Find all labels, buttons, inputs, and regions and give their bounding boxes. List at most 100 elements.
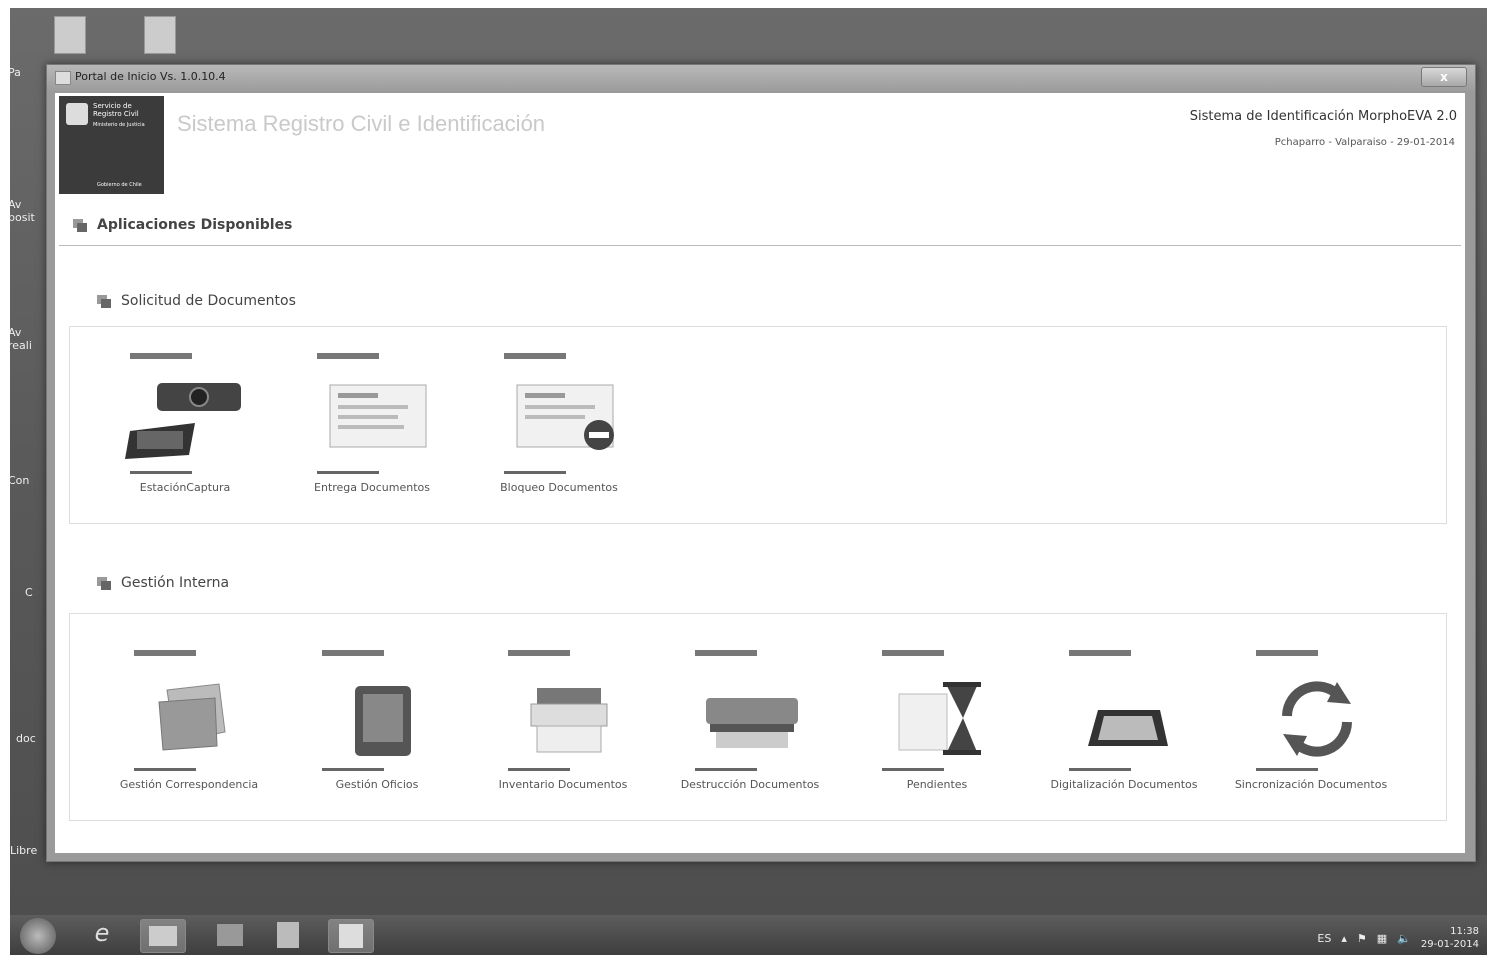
app-tile-inventario-documentos[interactable]: Inventario Documentos [488,650,638,800]
system-tray: ES ▴ ⚑ ▦ 🔈 11:38 29-01-2014 [1317,925,1479,951]
tile-top-bar [695,650,757,656]
windows-stack-icon [97,294,111,308]
available-apps-heading: Aplicaciones Disponibles [73,217,292,233]
app-tile-digitalizacion-documentos[interactable]: Digitalización Documentos [1049,650,1199,800]
printer-icon [503,670,623,760]
hourglass-icon [877,670,997,760]
start-button[interactable] [20,918,56,954]
app-tile-estacion-captura[interactable]: EstaciónCaptura [110,353,260,503]
flag-icon[interactable]: ⚑ [1357,932,1367,945]
tile-bottom-bar [317,471,379,474]
tile-top-bar [322,650,384,656]
logo-line3: Gobierno de Chile [97,182,142,188]
tile-top-bar [130,353,192,359]
tile-bottom-bar [1256,768,1318,771]
desktop-icon-shortcut[interactable] [130,16,190,54]
app-label: Gestión Correspondencia [119,778,259,791]
app-window-icon [55,71,71,85]
document-icon [312,373,432,463]
window-titlebar[interactable]: Portal de Inicio Vs. 1.0.10.4 x [47,65,1475,91]
volume-icon[interactable]: 🔈 [1397,932,1411,945]
tile-top-bar [504,353,566,359]
app-tile-entrega-documentos[interactable]: Entrega Documentos [297,353,447,503]
internet-explorer-icon: e [94,919,110,947]
windows-stack-icon [97,576,111,590]
group-title: Solicitud de Documentos [121,293,296,309]
app-label: EstaciónCaptura [139,481,231,494]
app-label: Inventario Documentos [498,778,628,791]
group-heading-gestion-interna: Gestión Interna [97,575,229,591]
taskbar-portal[interactable] [328,919,374,953]
app-label: Digitalización Documentos [1050,778,1198,791]
clock-time: 11:38 [1450,926,1479,937]
logo-line1: Servicio de Registro Civil [93,102,139,118]
portal-window: Portal de Inicio Vs. 1.0.10.4 x Servicio… [46,64,1476,862]
clock[interactable]: 11:38 29-01-2014 [1421,925,1479,951]
clock-date: 29-01-2014 [1420,939,1479,950]
group-heading-solicitud: Solicitud de Documentos [97,293,296,309]
network-icon[interactable]: ▦ [1377,932,1387,945]
app-tile-bloqueo-documentos[interactable]: Bloqueo Documentos [484,353,634,503]
inbox-tray-icon [317,670,437,760]
tile-top-bar [1256,650,1318,656]
close-button[interactable]: x [1421,67,1467,87]
tile-top-bar [134,650,196,656]
app-label: Sincronización Documentos [1234,778,1388,791]
window-content: Servicio de Registro Civil Ministerio de… [55,93,1465,853]
window-title: Portal de Inicio Vs. 1.0.10.4 [75,70,226,83]
envelopes-icon [129,670,249,760]
taskbar: e ES ▴ ⚑ ▦ 🔈 11:38 29-01-2014 [10,915,1487,955]
scanner-icon [1064,670,1184,760]
user-info: Pchaparro - Valparaiso - 29-01-2014 [1274,137,1455,148]
windows-stack-icon [73,218,87,232]
system-name: Sistema de Identificación MorphoEVA 2.0 [1189,109,1457,124]
app-tile-destruccion-documentos[interactable]: Destrucción Documentos [675,650,825,800]
app-title: Sistema Registro Civil e Identificación [177,111,546,136]
taskbar-media-player[interactable] [208,919,252,951]
tile-top-bar [508,650,570,656]
app-label: Destrucción Documentos [680,778,820,791]
section-title: Aplicaciones Disponibles [97,217,293,233]
language-indicator[interactable]: ES [1317,932,1331,945]
app-tile-sincronizacion-documentos[interactable]: Sincronización Documentos [1235,650,1387,800]
sync-icon [1251,670,1371,760]
tile-bottom-bar [504,471,566,474]
logo-line2: Ministerio de Justicia [93,122,145,128]
taskbar-document[interactable] [266,919,310,951]
camera-signature-pad-icon [125,373,245,463]
app-tile-gestion-oficios[interactable]: Gestión Oficios [302,650,452,800]
taskbar-explorer[interactable] [140,919,186,953]
tile-bottom-bar [134,768,196,771]
group-panel-gestion-interna: Gestión Correspondencia Gestión Oficios [69,613,1447,821]
desktop-icon-recycle-bin[interactable] [40,16,100,54]
tile-bottom-bar [695,768,757,771]
tile-top-bar [1069,650,1131,656]
tile-top-bar [317,353,379,359]
taskbar-ie[interactable]: e [80,919,124,951]
document-icon [277,922,299,948]
recycle-bin-icon [54,16,86,54]
tile-bottom-bar [508,768,570,771]
crest-icon [66,103,88,125]
app-label: Entrega Documentos [314,481,430,494]
media-player-icon [217,924,243,946]
app-label: Pendientes [906,778,968,791]
folder-icon [149,926,177,946]
tile-bottom-bar [130,471,192,474]
shredder-icon [690,670,810,760]
tile-bottom-bar [1069,768,1131,771]
app-label: Gestión Oficios [335,778,419,791]
document-blocked-icon [499,373,619,463]
institution-logo: Servicio de Registro Civil Ministerio de… [59,96,164,194]
portal-app-icon [339,924,363,948]
section-divider [59,245,1461,246]
app-tile-pendientes[interactable]: Pendientes [862,650,1012,800]
tile-bottom-bar [322,768,384,771]
app-tile-gestion-correspondencia[interactable]: Gestión Correspondencia [114,650,264,800]
group-title: Gestión Interna [121,575,230,591]
app-label: Bloqueo Documentos [500,481,618,494]
group-panel-solicitud: EstaciónCaptura Entrega Documentos Bloqu… [69,326,1447,524]
chevron-up-icon[interactable]: ▴ [1341,932,1347,945]
folder-icon [144,16,176,54]
tile-top-bar [882,650,944,656]
